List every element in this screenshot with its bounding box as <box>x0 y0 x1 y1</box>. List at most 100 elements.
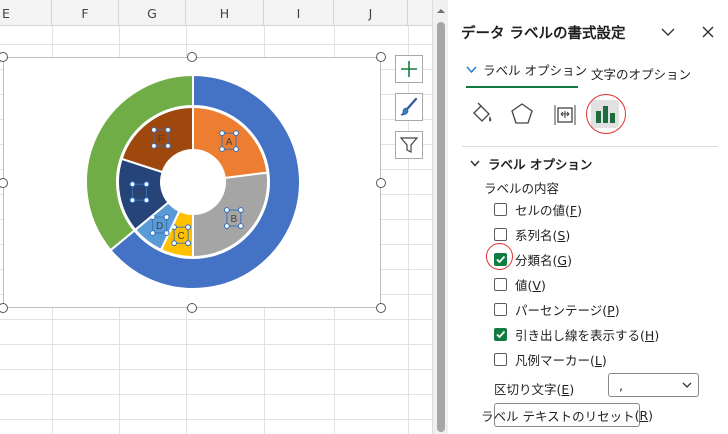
reset-label-text-button[interactable]: ラベル テキストのリセット(R) <box>481 403 653 427</box>
option-label-text: 分類名 <box>515 253 553 268</box>
grid-line <box>0 319 432 320</box>
resize-handle[interactable] <box>187 52 197 62</box>
scrollbar-thumb[interactable] <box>437 22 445 432</box>
column-header-e[interactable]: E <box>0 0 52 26</box>
option-label-text: セルの値 <box>515 203 566 218</box>
data-label[interactable]: C <box>177 231 184 242</box>
data-label-handle[interactable] <box>143 181 150 188</box>
option-row[interactable]: パーセンテージ(P) <box>494 300 620 319</box>
option-row[interactable]: 凡例マーカー(L) <box>494 350 607 369</box>
chart-area[interactable]: A B C D E F <box>3 57 381 308</box>
resize-handle[interactable] <box>376 178 386 188</box>
grid-line <box>0 419 432 420</box>
data-label-handle[interactable] <box>143 197 150 204</box>
data-label-handle[interactable] <box>129 197 136 204</box>
section-title: ラベル オプション <box>488 157 593 172</box>
data-label-handle[interactable] <box>223 223 230 229</box>
paint-bucket-icon <box>473 102 492 122</box>
data-label-handle[interactable] <box>219 146 225 153</box>
checkbox[interactable] <box>494 328 507 341</box>
effects-category[interactable] <box>508 100 536 128</box>
scroll-up-arrow-icon[interactable] <box>436 6 446 16</box>
column-header-i[interactable]: I <box>264 0 334 26</box>
donut-chart[interactable]: A B C D E F <box>4 58 382 309</box>
size-properties-category[interactable] <box>551 100 579 128</box>
option-accelerator: P <box>607 303 615 318</box>
option-row[interactable]: セルの値(F) <box>494 200 582 219</box>
separator-label: 区切り文字(E) <box>494 382 575 397</box>
option-label-text: 凡例マーカー <box>515 353 591 368</box>
chart-styles-button[interactable] <box>395 93 423 121</box>
data-label-handle[interactable] <box>165 143 171 149</box>
data-label-handle[interactable] <box>163 230 170 236</box>
data-label-handle[interactable] <box>237 207 244 213</box>
option-row[interactable]: 値(V) <box>494 275 546 294</box>
option-label-text: 系列名 <box>515 228 553 243</box>
option-row[interactable]: 引き出し線を表示する(H) <box>494 325 659 344</box>
option-row[interactable]: 分類名(G) <box>494 250 572 269</box>
data-label-handle[interactable] <box>223 207 230 213</box>
checkbox[interactable] <box>494 228 507 241</box>
data-label-handle[interactable] <box>233 146 239 153</box>
option-accelerator: G <box>557 253 568 268</box>
data-label-handle[interactable] <box>171 240 178 247</box>
data-label-handle[interactable] <box>165 127 171 133</box>
chevron-down-icon <box>682 382 692 388</box>
data-label[interactable]: B <box>231 214 238 225</box>
chart-elements-button[interactable] <box>395 55 423 83</box>
data-label-handle[interactable] <box>151 143 157 149</box>
option-label: 系列名(S) <box>515 228 571 243</box>
pane-close-button[interactable] <box>698 22 718 42</box>
worksheet[interactable]: E F G H I J ABCDEF <box>0 0 432 434</box>
divider <box>462 146 718 147</box>
checkbox[interactable] <box>494 253 507 266</box>
data-label[interactable]: E <box>136 188 143 199</box>
checkbox[interactable] <box>494 203 507 216</box>
resize-handle[interactable] <box>376 303 386 313</box>
column-header-h[interactable]: H <box>186 0 264 26</box>
option-label: 引き出し線を表示する(H) <box>515 328 660 343</box>
data-label-handle[interactable] <box>151 127 157 133</box>
label-contains-heading: ラベルの内容 <box>484 181 560 196</box>
tab-label-options-label: ラベル オプション <box>483 63 587 78</box>
option-label-text: 値 <box>515 278 528 293</box>
data-label-handle[interactable] <box>233 130 239 137</box>
data-label-handle[interactable] <box>237 223 244 229</box>
option-accelerator: V <box>532 278 541 293</box>
data-label[interactable]: F <box>158 134 164 145</box>
grid-line <box>0 44 432 45</box>
close-icon <box>702 26 714 38</box>
label-options-category[interactable] <box>591 100 619 128</box>
checkmark-icon <box>496 330 506 339</box>
fill-line-category[interactable] <box>468 100 496 128</box>
option-label: 凡例マーカー(L) <box>515 353 607 368</box>
grid-line <box>408 26 409 434</box>
data-label-handle[interactable] <box>185 224 192 231</box>
option-label-text: 引き出し線を表示する <box>515 328 641 343</box>
data-label[interactable]: A <box>226 137 233 148</box>
data-label-handle[interactable] <box>219 130 225 137</box>
column-header-j[interactable]: J <box>334 0 408 26</box>
tab-label-options[interactable]: ラベル オプション <box>466 60 587 79</box>
data-label-handle[interactable] <box>185 240 192 247</box>
separator-select[interactable]: , <box>608 373 699 397</box>
data-label-handle[interactable] <box>149 230 156 236</box>
resize-handle[interactable] <box>376 52 386 62</box>
data-label-handle[interactable] <box>129 181 136 188</box>
option-row[interactable]: 系列名(S) <box>494 225 570 244</box>
checkbox[interactable] <box>494 353 507 366</box>
section-header-label-options[interactable]: ラベル オプション <box>470 154 592 173</box>
vertical-scrollbar[interactable] <box>432 0 448 434</box>
column-header-g[interactable]: G <box>119 0 186 26</box>
chart-filters-button[interactable] <box>395 131 423 159</box>
checkbox[interactable] <box>494 303 507 316</box>
grid-line <box>0 394 432 395</box>
checkbox[interactable] <box>494 278 507 291</box>
data-label-handle[interactable] <box>163 214 170 220</box>
tab-text-options[interactable]: 文字のオプション <box>591 64 691 83</box>
option-label: 分類名(G) <box>515 253 572 268</box>
pane-options-button[interactable] <box>658 22 678 42</box>
resize-handle[interactable] <box>187 303 197 313</box>
column-header-f[interactable]: F <box>52 0 119 26</box>
data-label[interactable]: D <box>156 221 163 232</box>
